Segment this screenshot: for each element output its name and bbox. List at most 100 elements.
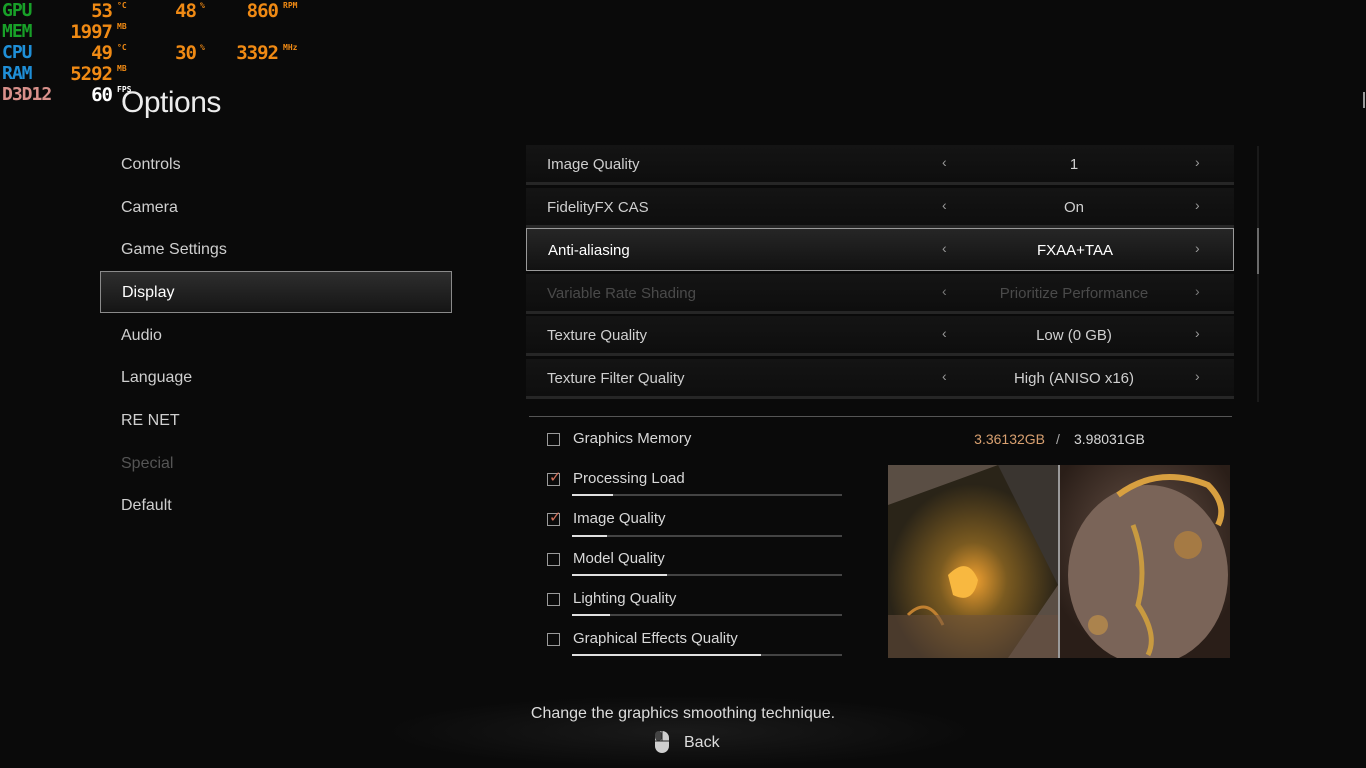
lighting-quality-checkbox[interactable]: [547, 593, 560, 606]
menu-item-camera[interactable]: Camera: [100, 187, 452, 229]
chevron-left-icon[interactable]: ‹: [942, 197, 947, 213]
menu-item-label: Game Settings: [121, 241, 227, 258]
overlay-cpu-clock-unit: MHz: [283, 43, 298, 52]
graphics-memory-checkbox[interactable]: [547, 433, 560, 446]
overlay-mem-unit: MB: [117, 22, 127, 31]
menu-item-label: Special: [121, 455, 174, 472]
setting-row-variable-rate-shading: Variable Rate Shading ‹ Prioritize Perfo…: [526, 274, 1234, 314]
overlay-fps-value: 60: [91, 84, 113, 106]
model-quality-label: Model Quality: [573, 550, 665, 567]
chevron-right-icon[interactable]: ›: [1195, 240, 1200, 256]
model-quality-bar: [572, 574, 842, 576]
chevron-left-icon[interactable]: ‹: [942, 154, 947, 170]
menu-item-game-settings[interactable]: Game Settings: [100, 229, 452, 271]
lighting-quality-bar: [572, 614, 842, 616]
graphics-memory-separator: /: [1056, 431, 1060, 447]
menu-item-label: Language: [121, 369, 193, 386]
setting-row-texture-quality[interactable]: Texture Quality ‹ Low (0 GB) ›: [526, 316, 1234, 356]
setting-row-image-quality[interactable]: Image Quality ‹ 1 ›: [526, 145, 1234, 185]
chevron-right-icon[interactable]: ›: [1195, 368, 1200, 384]
overlay-gpu-temp: 53: [91, 0, 113, 22]
menu-item-label: Default: [121, 497, 172, 514]
image-quality-checkbox[interactable]: ✓: [547, 509, 562, 526]
setting-row-fidelityfx-cas[interactable]: FidelityFX CAS ‹ On ›: [526, 188, 1234, 228]
checkmark-icon: ✓: [549, 509, 562, 526]
image-quality-bar-fill: [572, 535, 608, 537]
menu-item-default[interactable]: Default: [100, 485, 452, 527]
menu-item-label: RE NET: [121, 412, 180, 429]
setting-label: Texture Quality: [547, 327, 648, 344]
overlay-gpu-fan: 860: [246, 0, 279, 22]
overlay-gpu-row: GPU 53 °C 48 % 860 RPM: [0, 0, 310, 22]
setting-value: High (ANISO x16): [1013, 370, 1135, 387]
chevron-left-icon[interactable]: ‹: [942, 325, 947, 341]
setting-value: On: [1063, 199, 1084, 216]
overlay-cpu-load-unit: %: [200, 43, 205, 52]
menu-item-language[interactable]: Language: [100, 357, 452, 399]
overlay-cpu-label: CPU: [2, 42, 32, 63]
model-quality-bar-fill: [572, 574, 667, 576]
window-edge-marker: [1363, 92, 1365, 108]
overlay-mem-row: MEM 1997 MB: [0, 21, 310, 43]
setting-label: Image Quality: [547, 156, 640, 173]
settings-scrollbar-thumb[interactable]: [1257, 228, 1259, 274]
setting-value: Low (0 GB): [1036, 327, 1112, 344]
overlay-ram-unit: MB: [117, 64, 127, 73]
setting-row-texture-filter-quality[interactable]: Texture Filter Quality ‹ High (ANISO x16…: [526, 359, 1234, 399]
processing-load-bar-fill: [572, 494, 613, 496]
chevron-left-icon[interactable]: ‹: [942, 240, 947, 256]
menu-item-label: Audio: [121, 327, 162, 344]
setting-label: Variable Rate Shading: [547, 285, 696, 302]
checkmark-icon: ✓: [549, 469, 562, 486]
menu-item-label: Controls: [121, 156, 181, 173]
graphical-effects-quality-checkbox[interactable]: [547, 633, 560, 646]
options-screen: GPU 53 °C 48 % 860 RPM MEM 1997 MB CPU 4…: [0, 0, 1366, 768]
graphical-effects-quality-bar-fill: [572, 654, 761, 656]
overlay-gpu-fan-unit: RPM: [283, 1, 298, 10]
chevron-right-icon[interactable]: ›: [1195, 197, 1200, 213]
chevron-right-icon[interactable]: ›: [1195, 154, 1200, 170]
setting-row-anti-aliasing[interactable]: Anti-aliasing ‹ FXAA+TAA ›: [526, 228, 1234, 271]
overlay-cpu-temp-unit: °C: [117, 43, 127, 52]
overlay-cpu-row: CPU 49 °C 30 % 3392 MHz: [0, 42, 310, 64]
overlay-ram-value: 5292: [70, 63, 113, 85]
setting-label: Texture Filter Quality: [547, 370, 685, 387]
graphical-effects-quality-bar: [572, 654, 842, 656]
setting-label: FidelityFX CAS: [547, 199, 649, 216]
graphics-memory-label: Graphics Memory: [573, 430, 692, 447]
setting-label: Anti-aliasing: [548, 242, 630, 259]
menu-item-controls[interactable]: Controls: [100, 144, 452, 186]
processing-load-bar: [572, 494, 842, 496]
mouse-icon: [655, 731, 669, 753]
page-title: Options: [121, 86, 221, 119]
overlay-gpu-load: 48: [175, 0, 197, 22]
menu-item-special: Special: [100, 443, 452, 485]
processing-load-label: Processing Load: [573, 470, 685, 487]
lighting-quality-label: Lighting Quality: [573, 590, 677, 607]
overlay-ram-row: RAM 5292 MB: [0, 63, 310, 85]
chevron-left-icon[interactable]: ‹: [942, 368, 947, 384]
section-divider: [529, 416, 1232, 417]
back-label: Back: [684, 734, 720, 751]
overlay-cpu-temp: 49: [91, 42, 113, 64]
lighting-quality-bar-fill: [572, 614, 610, 616]
model-quality-checkbox[interactable]: [547, 553, 560, 566]
menu-item-label: Camera: [121, 199, 178, 216]
image-quality-bar: [572, 535, 842, 537]
graphics-memory-used: 3.36132GB: [974, 431, 1045, 447]
settings-scrollbar-track[interactable]: [1257, 146, 1259, 402]
overlay-api-label: D3D12: [2, 84, 52, 105]
chevron-right-icon[interactable]: ›: [1195, 325, 1200, 341]
menu-item-display[interactable]: Display: [100, 271, 452, 313]
graphics-memory-total: 3.98031GB: [1074, 431, 1145, 447]
setting-value: Prioritize Performance: [999, 285, 1149, 302]
setting-description: Change the graphics smoothing technique.: [530, 705, 836, 722]
setting-value: FXAA+TAA: [1037, 242, 1113, 259]
processing-load-checkbox[interactable]: ✓: [547, 469, 562, 486]
menu-item-re-net[interactable]: RE NET: [100, 400, 452, 442]
menu-item-audio[interactable]: Audio: [100, 315, 452, 357]
overlay-cpu-load: 30: [175, 42, 197, 64]
overlay-gpu-load-unit: %: [200, 1, 205, 10]
overlay-ram-label: RAM: [2, 63, 32, 84]
chevron-left-icon: ‹: [942, 283, 947, 299]
